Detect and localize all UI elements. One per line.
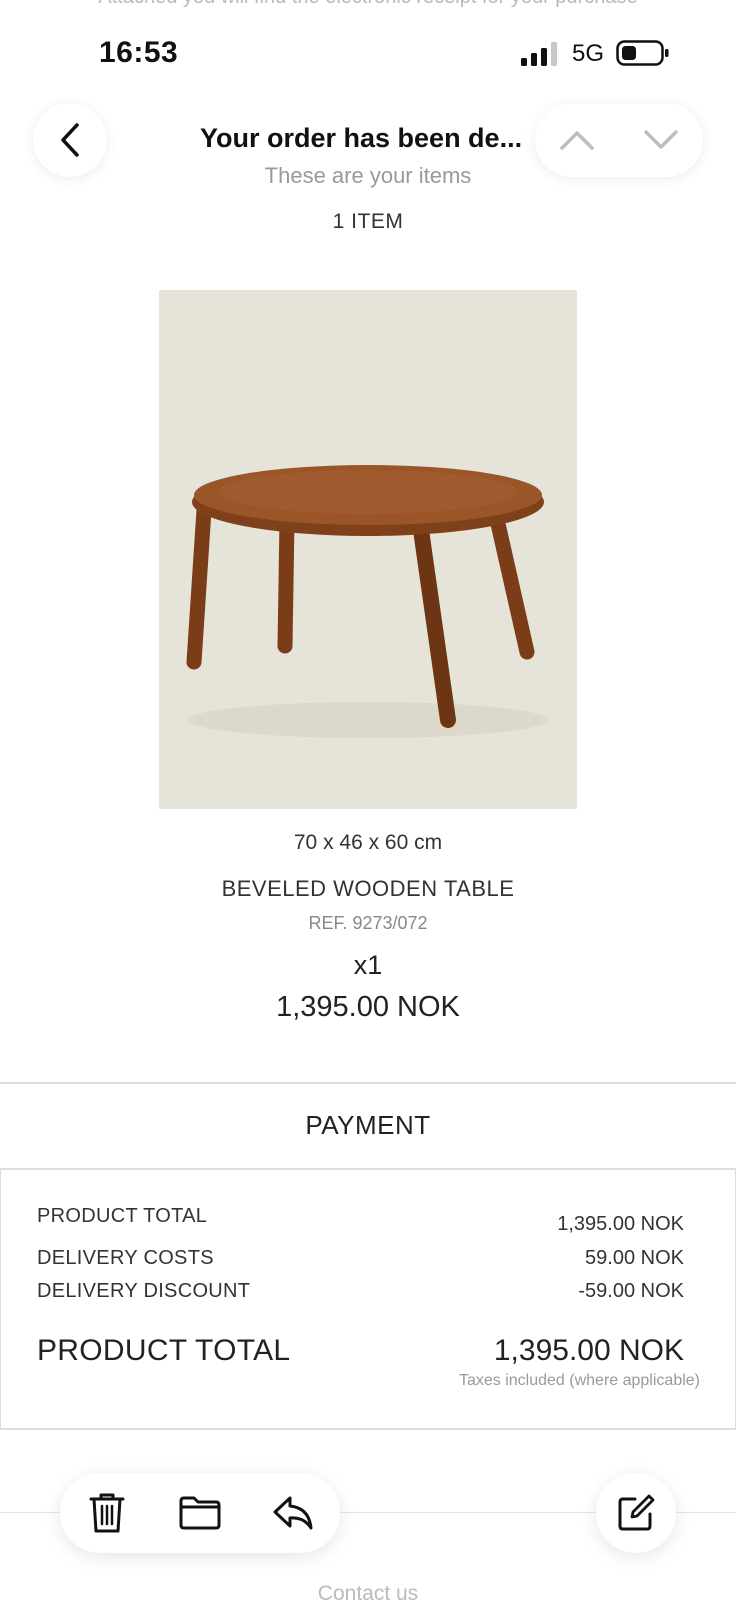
move-to-folder-button[interactable] — [168, 1481, 232, 1545]
email-subtitle: These are your items — [264, 163, 472, 188]
payment-title: PAYMENT — [305, 1110, 431, 1140]
delivery-discount-label: DELIVERY DISCOUNT — [37, 1280, 251, 1302]
email-subject: Your order has been de... — [200, 123, 523, 153]
product-image[interactable] — [159, 290, 577, 809]
compose-icon — [618, 1494, 655, 1531]
status-bar: 16:53 5G — [0, 0, 736, 100]
network-label: 5G — [572, 40, 605, 67]
compose-button[interactable] — [596, 1473, 676, 1553]
product-quantity: x1 — [353, 950, 383, 980]
previous-message-button[interactable] — [547, 110, 607, 170]
delete-button[interactable] — [75, 1481, 139, 1545]
delivery-costs-label: DELIVERY COSTS — [37, 1247, 214, 1269]
chevron-up-icon — [560, 131, 594, 150]
battery-icon — [616, 40, 669, 66]
signal-icon — [521, 42, 557, 66]
items-count: 1 ITEM — [332, 210, 404, 233]
delivery-discount-value: -59.00 NOK — [578, 1280, 684, 1302]
chevron-left-icon — [61, 123, 79, 157]
reply-button[interactable] — [261, 1481, 325, 1545]
folder-icon — [179, 1496, 221, 1530]
grand-total-value: 1,395.00 NOK — [493, 1334, 684, 1367]
product-dimensions: 70 x 46 x 60 cm — [293, 831, 443, 854]
product-name: BEVELED WOODEN TABLE — [221, 876, 515, 901]
reply-icon — [273, 1496, 313, 1530]
product-price: 1,395.00 NOK — [276, 991, 460, 1023]
trash-icon — [89, 1493, 125, 1533]
wooden-table-illustration — [186, 465, 548, 738]
contact-us-link[interactable]: Contact us — [0, 1582, 736, 1606]
taxes-note: Taxes included (where applicable) — [458, 1372, 700, 1389]
product-total-label: PRODUCT TOTAL — [37, 1205, 208, 1227]
status-time: 16:53 — [99, 36, 179, 69]
product-total-value: 1,395.00 NOK — [557, 1213, 684, 1235]
product-ref: REF. 9273/072 — [308, 913, 428, 933]
delivery-costs-value: 59.00 NOK — [585, 1247, 684, 1269]
divider — [0, 1082, 736, 1084]
grand-total-label: PRODUCT TOTAL — [37, 1334, 291, 1367]
chevron-down-icon — [644, 130, 678, 149]
next-message-button[interactable] — [631, 110, 691, 170]
mail-toolbar — [60, 1473, 340, 1553]
